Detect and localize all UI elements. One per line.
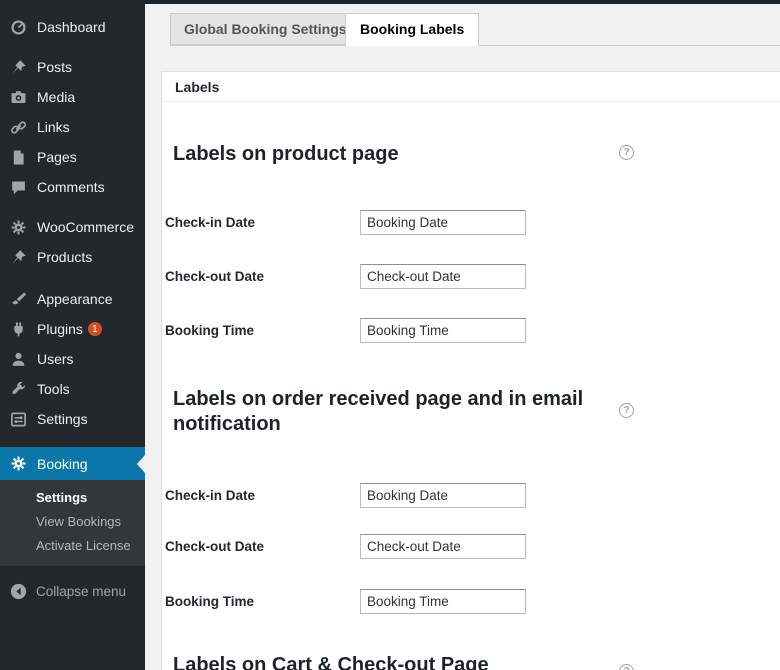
sidebar-item-label: Plugins — [37, 321, 83, 337]
sidebar-item-label: Tools — [37, 381, 70, 397]
gear-icon — [9, 454, 28, 473]
sidebar-item-posts[interactable]: Posts — [0, 52, 145, 82]
speech-bubble-icon — [9, 178, 28, 197]
submenu-item-activate-license[interactable]: Activate License — [0, 534, 145, 558]
person-icon — [9, 350, 28, 369]
sidebar-item-appearance[interactable]: Appearance — [0, 284, 145, 314]
field-label-checkin: Check-in Date — [165, 488, 256, 503]
help-icon[interactable]: ? — [619, 664, 634, 670]
sidebar-item-plugins[interactable]: Plugins 1 — [0, 314, 145, 344]
checkout-label-input[interactable] — [360, 264, 526, 289]
brush-icon — [9, 290, 28, 309]
tab-booking-labels[interactable]: Booking Labels — [345, 13, 480, 46]
sidebar-item-booking[interactable]: Booking — [0, 447, 145, 480]
section-title-product-page: Labels on product page — [173, 143, 399, 165]
checkin-label-input[interactable] — [360, 210, 526, 235]
main-content: Global Booking Settings Booking Labels L… — [145, 0, 780, 670]
sidebar-item-label: Posts — [37, 59, 73, 75]
plugins-update-badge: 1 — [87, 322, 102, 336]
active-item-arrow — [137, 454, 145, 473]
sidebar-item-label: Comments — [37, 179, 105, 195]
panel-title: Labels — [162, 72, 780, 102]
section-title-order-received: Labels on order received page and in ema… — [173, 388, 584, 435]
sidebar-item-woocommerce[interactable]: WooCommerce — [0, 212, 145, 242]
dashboard-icon — [9, 18, 28, 37]
sidebar-item-label: Media — [37, 89, 76, 105]
sidebar-item-users[interactable]: Users — [0, 344, 145, 374]
sidebar-item-tools[interactable]: Tools — [0, 374, 145, 404]
admin-sidebar: Dashboard Posts Media Links Pages Commen… — [0, 0, 145, 670]
checkout-label-input-2[interactable] — [360, 534, 526, 559]
sidebar-item-label: Appearance — [37, 291, 113, 307]
submenu-item-view-bookings[interactable]: View Bookings — [0, 510, 145, 534]
field-label-checkin: Check-in Date — [165, 215, 256, 230]
field-label-checkout: Check-out Date — [165, 269, 265, 284]
sidebar-item-label: Pages — [37, 149, 77, 165]
field-label-checkout: Check-out Date — [165, 539, 265, 554]
booking-submenu: Settings View Bookings Activate License — [0, 480, 145, 566]
labels-panel: Labels Labels on product page ? Check-in… — [161, 71, 780, 670]
sidebar-item-dashboard[interactable]: Dashboard — [0, 12, 145, 42]
sidebar-item-settings[interactable]: Settings — [0, 404, 145, 434]
field-label-booking-time: Booking Time — [165, 594, 255, 609]
help-icon[interactable]: ? — [619, 145, 634, 160]
collapse-menu-button[interactable]: Collapse menu — [0, 578, 145, 604]
sidebar-item-pages[interactable]: Pages — [0, 142, 145, 172]
sidebar-item-label: Settings — [37, 411, 88, 427]
camera-icon — [9, 88, 28, 107]
sidebar-item-label: Products — [37, 249, 93, 265]
document-icon — [9, 148, 28, 167]
pin-icon — [9, 58, 28, 77]
tab-global-booking-settings[interactable]: Global Booking Settings — [170, 13, 361, 45]
collapse-menu-label: Collapse menu — [36, 583, 127, 599]
sidebar-item-links[interactable]: Links — [0, 112, 145, 142]
sidebar-item-label: Dashboard — [37, 19, 106, 35]
pin-icon — [9, 248, 28, 267]
sidebar-item-label: Booking — [37, 455, 88, 472]
booking-time-label-input-2[interactable] — [360, 589, 526, 614]
booking-time-label-input[interactable] — [360, 318, 526, 343]
gear-icon — [9, 218, 28, 237]
chain-icon — [9, 118, 28, 137]
section-title-cart-checkout: Labels on Cart & Check-out Page — [173, 654, 489, 670]
wrench-icon — [9, 380, 28, 399]
sidebar-item-label: Links — [37, 119, 70, 135]
plug-icon — [9, 320, 28, 339]
sidebar-item-comments[interactable]: Comments — [0, 172, 145, 202]
sidebar-item-label: WooCommerce — [37, 219, 134, 235]
help-icon[interactable]: ? — [619, 403, 634, 418]
field-label-booking-time: Booking Time — [165, 323, 255, 338]
sidebar-item-media[interactable]: Media — [0, 82, 145, 112]
checkin-label-input-2[interactable] — [360, 483, 526, 508]
sliders-icon — [9, 410, 28, 429]
sidebar-item-label: Users — [37, 351, 74, 367]
collapse-arrow-icon — [9, 582, 28, 601]
submenu-item-settings[interactable]: Settings — [0, 486, 145, 510]
sidebar-item-products[interactable]: Products — [0, 242, 145, 272]
